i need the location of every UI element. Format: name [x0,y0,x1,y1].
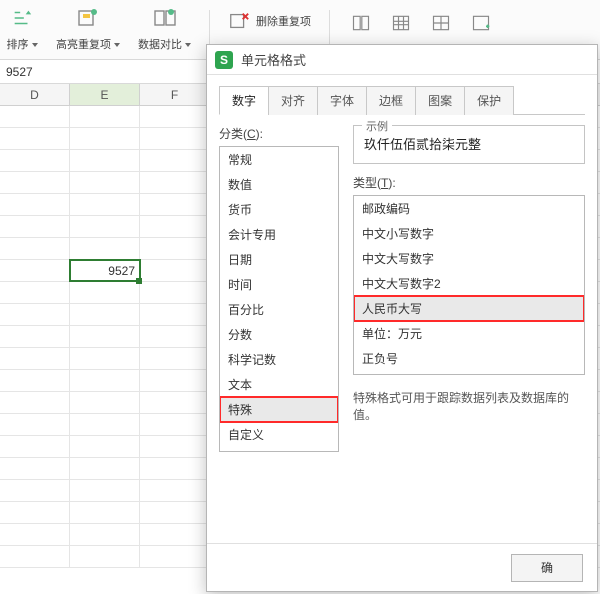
remove-dups-label: 删除重复项 [256,13,311,29]
list-item[interactable]: 时间 [220,272,338,297]
type-listbox[interactable]: 邮政编码 中文小写数字 中文大写数字 中文大写数字2 人民币大写 单位：万元 正… [353,195,585,375]
insert-icon[interactable] [468,10,494,36]
cell-format-dialog: S 单元格格式 数字 对齐 字体 边框 图案 保护 分类(C): 常规 数值 货… [206,44,598,592]
highlight-dups-label: 高亮重复项 [56,36,120,52]
type-label: 类型(T): [353,174,585,191]
data-compare-icon [151,4,179,32]
remove-dups-button[interactable]: 删除重复项 [228,10,311,32]
ok-button[interactable]: 确 [511,554,583,582]
tab-protect[interactable]: 保护 [464,86,514,115]
list-item[interactable]: 科学记数 [220,347,338,372]
sort-icon [8,4,36,32]
list-item[interactable]: 正负号 [354,346,584,371]
dialog-footer: 确 [207,543,597,591]
layout-icon[interactable] [428,10,454,36]
list-item[interactable]: 中文大写数字 [354,246,584,271]
merge-icon[interactable] [348,10,374,36]
list-item-special[interactable]: 特殊 [220,397,338,422]
col-header[interactable]: E [70,84,140,105]
list-item[interactable]: 会计专用 [220,222,338,247]
remove-dups-icon [228,10,250,32]
category-listbox[interactable]: 常规 数值 货币 会计专用 日期 时间 百分比 分数 科学记数 文本 特殊 自定… [219,146,339,452]
tab-number[interactable]: 数字 [219,86,269,115]
col-header[interactable]: D [0,84,70,105]
tab-border[interactable]: 边框 [366,86,416,115]
formula-bar-value: 9527 [6,65,33,79]
data-compare-label: 数据对比 [138,36,191,52]
table-icon[interactable] [388,10,414,36]
dialog-title: 单元格格式 [241,50,306,69]
active-cell[interactable]: 9527 [70,260,140,281]
category-column: 分类(C): 常规 数值 货币 会计专用 日期 时间 百分比 分数 科学记数 文… [219,125,339,543]
dialog-body: 数字 对齐 字体 边框 图案 保护 分类(C): 常规 数值 货币 会计专用 日… [207,75,597,543]
list-item[interactable]: 百分比 [220,297,338,322]
number-panel: 分类(C): 常规 数值 货币 会计专用 日期 时间 百分比 分数 科学记数 文… [219,115,585,543]
tab-font[interactable]: 字体 [317,86,367,115]
tab-pattern[interactable]: 图案 [415,86,465,115]
list-item[interactable]: 单位：万元 [354,321,584,346]
list-item[interactable]: 常规 [220,147,338,172]
list-item[interactable]: 邮政编码 [354,196,584,221]
list-item[interactable]: 货币 [220,197,338,222]
sample-box: 示例 玖仟伍佰贰拾柒元整 [353,125,585,164]
highlight-dups-icon [74,4,102,32]
list-item[interactable]: 数值 [220,172,338,197]
sample-legend: 示例 [362,118,392,134]
app-icon: S [215,51,233,69]
dialog-titlebar: S 单元格格式 [207,45,597,75]
highlight-dups-button[interactable]: 高亮重复项 [56,4,120,52]
list-item[interactable]: 自定义 [220,422,338,447]
list-item[interactable]: 中文小写数字 [354,221,584,246]
sort-label: 排序 [7,36,38,52]
list-item-rmb[interactable]: 人民币大写 [354,296,584,321]
format-description: 特殊格式可用于跟踪数据列表及数据库的值。 [353,389,585,423]
sample-value: 玖仟伍佰贰拾柒元整 [364,134,574,153]
sort-button[interactable]: 排序 [6,4,38,52]
category-label: 分类(C): [219,125,339,142]
list-item[interactable]: 中文大写数字2 [354,271,584,296]
col-header[interactable]: F [140,84,210,105]
list-item[interactable]: 文本 [220,372,338,397]
data-compare-button[interactable]: 数据对比 [138,4,191,52]
detail-column: 示例 玖仟伍佰贰拾柒元整 类型(T): 邮政编码 中文小写数字 中文大写数字 中… [353,125,585,543]
list-item[interactable]: 日期 [220,247,338,272]
dialog-tabs: 数字 对齐 字体 边框 图案 保护 [219,85,585,115]
tab-align[interactable]: 对齐 [268,86,318,115]
list-item[interactable]: 分数 [220,322,338,347]
extra-tools [348,10,494,36]
